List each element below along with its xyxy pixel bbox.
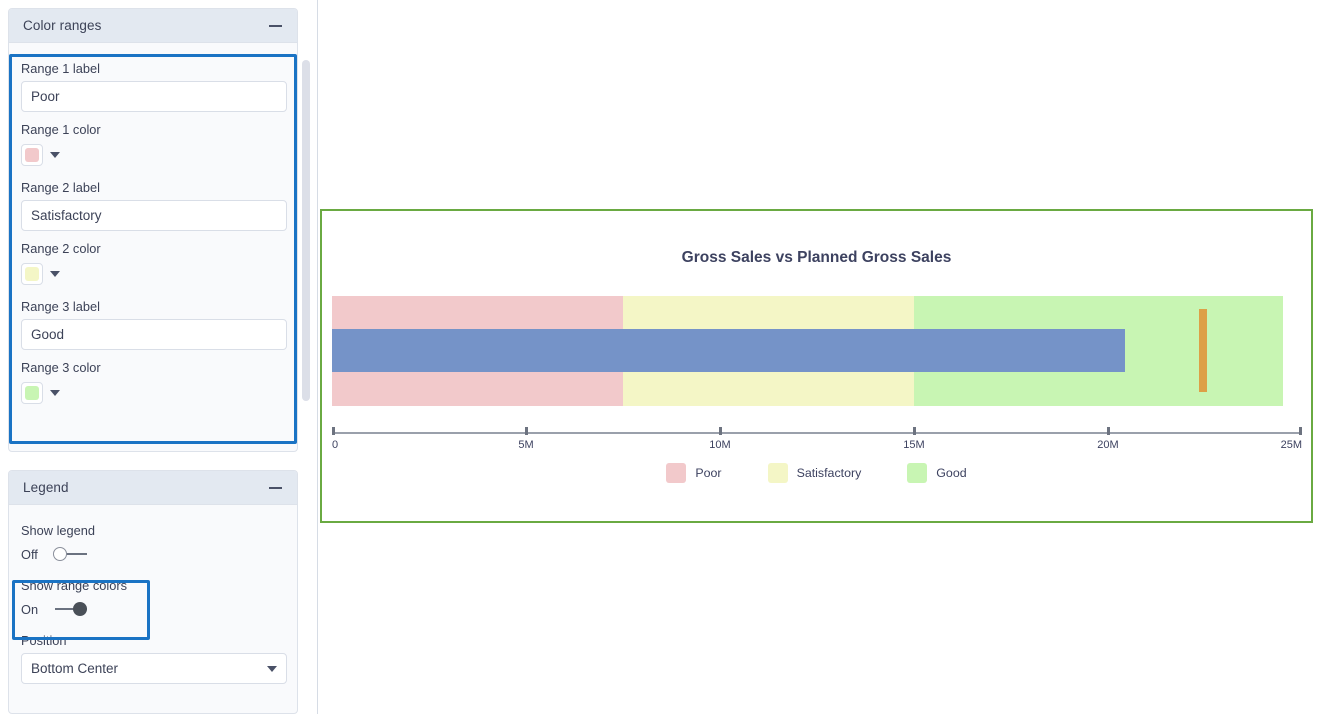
legend-swatch xyxy=(907,463,928,483)
range-3-color-row xyxy=(21,382,285,404)
minus-icon[interactable] xyxy=(268,18,283,33)
show-legend-state: Off xyxy=(21,546,38,562)
show-range-colors-state: On xyxy=(21,601,39,617)
legend-label: Satisfactory xyxy=(796,466,862,480)
measure-bar-gross-sales[interactable] xyxy=(332,329,1126,372)
position-select[interactable]: Bottom Center xyxy=(21,653,287,684)
range-1-label-input[interactable] xyxy=(21,81,287,112)
app-root: Color ranges Range 1 label Range 1 color… xyxy=(0,0,1322,714)
legend-label: Poor xyxy=(695,466,722,480)
legend-label: Good xyxy=(936,466,967,480)
axis-tick-label: 20M xyxy=(1097,439,1119,451)
chart-legend: Poor Satisfactory Good xyxy=(322,463,1311,483)
legend-swatch xyxy=(666,463,687,483)
range-3-label-input[interactable] xyxy=(21,319,287,350)
scrollbar-thumb[interactable] xyxy=(302,60,310,401)
show-legend-toggle[interactable] xyxy=(53,546,89,562)
legend-item[interactable]: Satisfactory xyxy=(767,463,862,483)
show-legend-row: Off xyxy=(9,543,297,568)
show-legend-label: Show legend xyxy=(21,523,95,538)
minus-icon[interactable] xyxy=(268,480,283,495)
axis-tick-label: 10M xyxy=(709,439,731,451)
axis-tick xyxy=(912,427,916,435)
chevron-down-icon xyxy=(267,665,277,672)
panel-color-ranges-title: Color ranges xyxy=(23,18,102,33)
axis-tick-label: 5M xyxy=(518,439,534,451)
range-1-color-row xyxy=(21,144,285,166)
range-1-label-label: Range 1 label xyxy=(21,61,100,76)
chart-container: Gross Sales vs Planned Gross Sales 0 5M 10… xyxy=(320,209,1313,523)
settings-sidebar: Color ranges Range 1 label Range 1 color… xyxy=(0,0,318,714)
range-3-color-swatch xyxy=(25,386,39,400)
axis-tick-label: 0 xyxy=(332,439,339,451)
axis-tick xyxy=(1106,427,1110,435)
range-1-color-chevron-down-icon[interactable] xyxy=(50,152,60,158)
legend-swatch xyxy=(767,463,788,483)
show-range-colors-toggle[interactable] xyxy=(53,601,89,617)
range-3-color-chevron-down-icon[interactable] xyxy=(50,390,60,396)
range-2-color-row xyxy=(21,263,285,285)
panel-color-ranges-body: Range 1 label Range 1 color Range 2 labe… xyxy=(9,43,297,418)
x-axis: 0 5M 10M 15M 20M 25M xyxy=(332,424,1302,464)
panel-legend-header[interactable]: Legend xyxy=(9,471,297,505)
range-2-color-swatch xyxy=(25,267,39,281)
range-2-label-input[interactable] xyxy=(21,200,287,231)
position-label: Position xyxy=(21,633,67,648)
range-2-color-label: Range 2 color xyxy=(21,241,101,256)
show-range-colors-label: Show range colors xyxy=(21,578,127,593)
bullet-chart-plot xyxy=(332,296,1302,421)
panel-legend-title: Legend xyxy=(23,480,69,495)
axis-line xyxy=(332,432,1302,434)
panel-legend-body: Show legend Off Show range colors On Pos… xyxy=(9,505,297,694)
axis-tick xyxy=(524,427,528,435)
axis-tick-label: 25M xyxy=(1280,439,1302,451)
range-2-label-label: Range 2 label xyxy=(21,180,100,195)
range-2-color-swatch-button[interactable] xyxy=(21,263,43,285)
range-1-color-label: Range 1 color xyxy=(21,122,101,137)
show-range-colors-row: On xyxy=(9,598,297,623)
axis-tick xyxy=(718,427,722,435)
chart-title: Gross Sales vs Planned Gross Sales xyxy=(681,249,952,266)
range-2-color-chevron-down-icon[interactable] xyxy=(50,271,60,277)
range-3-color-swatch-button[interactable] xyxy=(21,382,43,404)
axis-tick xyxy=(1299,427,1302,435)
legend-item[interactable]: Poor xyxy=(666,463,722,483)
panel-legend: Legend Show legend Off Show range colors… xyxy=(8,470,298,714)
toggle-knob xyxy=(53,547,67,561)
legend-item[interactable]: Good xyxy=(907,463,967,483)
panel-color-ranges-header[interactable]: Color ranges xyxy=(9,9,297,43)
target-marker-planned-gross-sales[interactable] xyxy=(1199,309,1208,392)
panel-color-ranges: Color ranges Range 1 label Range 1 color… xyxy=(8,8,298,452)
range-1-color-swatch xyxy=(25,148,39,162)
range-3-color-label: Range 3 color xyxy=(21,360,101,375)
range-3-label-label: Range 3 label xyxy=(21,299,100,314)
axis-tick xyxy=(332,427,335,435)
position-select-value: Bottom Center xyxy=(31,661,119,676)
axis-tick-label: 15M xyxy=(903,439,925,451)
range-1-color-swatch-button[interactable] xyxy=(21,144,43,166)
toggle-knob xyxy=(73,602,87,616)
